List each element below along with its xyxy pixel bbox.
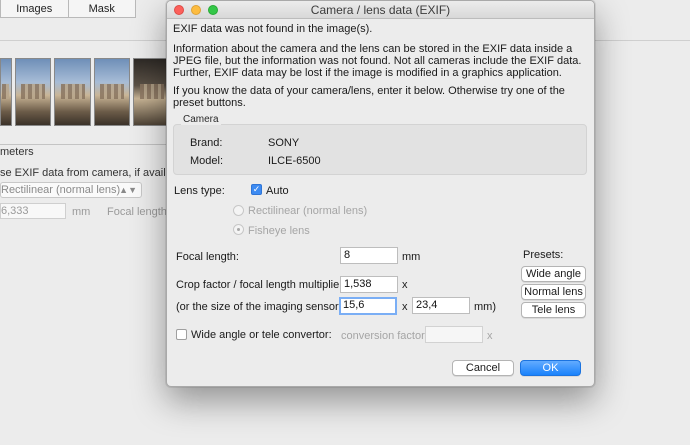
image-thumbnail[interactable]	[93, 58, 131, 126]
tab-images[interactable]: Images	[1, 0, 69, 17]
checkmark-icon: ✓	[252, 184, 261, 194]
normal-lens-preset-button[interactable]: Normal lens	[521, 284, 586, 300]
background-section-header: meters	[0, 146, 34, 158]
wide-angle-preset-button[interactable]: Wide angle	[521, 266, 586, 282]
background-focal-input[interactable]: 6,333	[0, 203, 66, 219]
camera-group	[173, 124, 587, 175]
image-thumbnail[interactable]	[0, 58, 12, 126]
background-lens-select-value: Rectilinear (normal lens)	[1, 184, 121, 196]
crop-factor-input[interactable]: 1,538	[340, 276, 398, 293]
crop-factor-suffix: x	[402, 279, 408, 291]
window-controls	[174, 5, 218, 15]
fisheye-label[interactable]: Fisheye lens	[248, 225, 310, 237]
chevron-updown-icon: ▲▼	[119, 185, 137, 195]
dialog-titlebar[interactable]: Camera / lens data (EXIF)	[167, 1, 594, 19]
conversion-factor-suffix: x	[487, 330, 493, 342]
model-label: Model:	[190, 155, 224, 167]
message-enter-data: If you know the data of your camera/lens…	[173, 85, 565, 109]
lens-type-label: Lens type:	[174, 185, 225, 197]
image-thumbnail[interactable]	[133, 58, 170, 126]
brand-label: Brand:	[190, 137, 223, 149]
sensor-width-input[interactable]: 15,6	[339, 297, 397, 315]
close-window-icon[interactable]	[174, 5, 184, 15]
crop-factor-label: Crop factor / focal length multiplier:	[176, 279, 346, 291]
convertor-label[interactable]: Wide angle or tele convertor:	[191, 329, 332, 341]
rectilinear-radio[interactable]	[233, 205, 244, 216]
sensor-unit: mm)	[474, 301, 496, 313]
brand-value: SONY	[268, 137, 300, 149]
conversion-factor-input[interactable]	[425, 326, 483, 343]
cancel-button[interactable]: Cancel	[452, 360, 514, 376]
background-focal-unit: mm	[72, 206, 91, 218]
tab-mask[interactable]: Mask	[69, 0, 136, 17]
dialog-title: Camera / lens data (EXIF)	[310, 2, 451, 17]
background-lens-select[interactable]: Rectilinear (normal lens) ▲▼	[0, 182, 142, 198]
focal-length-label: Focal length:	[176, 251, 239, 263]
camera-group-legend: Camera	[181, 114, 221, 125]
sensor-size-label: (or the size of the imaging sensor:	[176, 301, 342, 313]
tele-lens-preset-button[interactable]: Tele lens	[521, 302, 586, 318]
ok-button[interactable]: OK	[520, 360, 581, 376]
background-exif-option[interactable]: se EXIF data from camera, if available)	[0, 167, 190, 179]
exif-dialog: Camera / lens data (EXIF) EXIF data was …	[166, 0, 595, 387]
auto-checkbox[interactable]: ✓	[251, 184, 262, 195]
minimize-window-icon[interactable]	[191, 5, 201, 15]
conversion-factor-label: conversion factor:	[341, 330, 428, 342]
zoom-window-icon[interactable]	[208, 5, 218, 15]
convertor-checkbox[interactable]	[176, 329, 187, 340]
auto-label[interactable]: Auto	[266, 185, 289, 197]
sensor-height-input[interactable]: 23,4	[412, 297, 470, 314]
fisheye-radio[interactable]	[233, 224, 244, 235]
message-info: Information about the camera and the len…	[173, 43, 582, 79]
image-thumbnail[interactable]	[14, 58, 52, 126]
background-tab-bar: Images Mask	[0, 0, 136, 18]
focal-length-input[interactable]: 8	[340, 247, 398, 264]
rectilinear-label[interactable]: Rectilinear (normal lens)	[248, 205, 367, 217]
focal-length-unit: mm	[402, 251, 421, 263]
message-not-found: EXIF data was not found in the image(s).	[173, 23, 373, 35]
image-thumbnail-strip	[0, 58, 170, 126]
model-value: ILCE-6500	[268, 155, 321, 167]
image-thumbnail[interactable]	[54, 58, 91, 126]
background-divider	[0, 144, 170, 145]
sensor-separator: x	[402, 301, 408, 313]
presets-label: Presets:	[523, 249, 564, 261]
